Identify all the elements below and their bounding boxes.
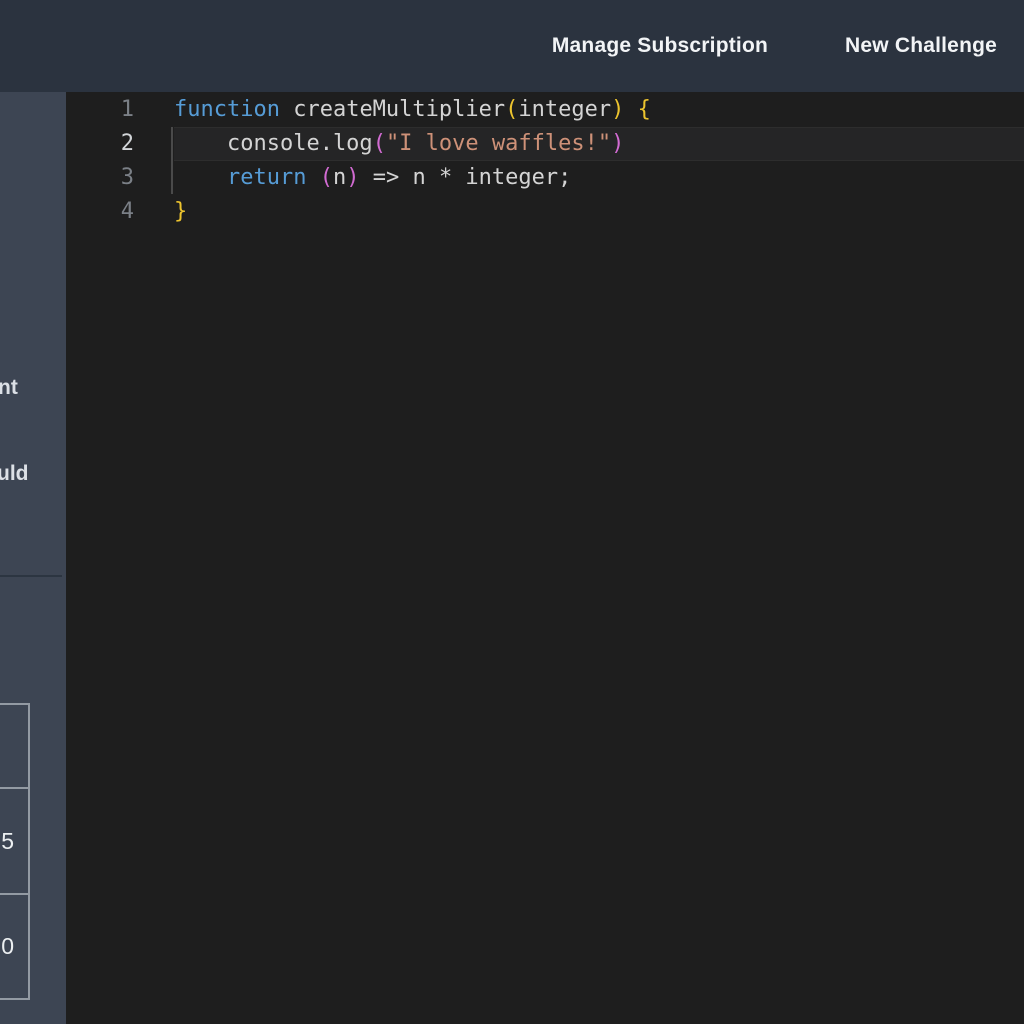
indent-guide — [171, 127, 173, 194]
sidebar-table-cell — [0, 705, 28, 789]
code-editor[interactable]: 1function createMultiplier(integer) {2 c… — [66, 92, 1024, 1024]
sidebar-divider — [0, 575, 62, 577]
code-token: createMultiplier — [280, 97, 505, 122]
code-token: function — [174, 97, 280, 122]
code-token: integer — [518, 97, 611, 122]
sidebar-truncated-text-2: uld — [0, 462, 29, 486]
code-text: console.log("I love waffles!") — [174, 127, 1024, 161]
code-line[interactable]: 2 console.log("I love waffles!") — [66, 127, 1024, 161]
code-token: ( — [320, 165, 333, 190]
code-text: function createMultiplier(integer) { — [174, 93, 1024, 127]
line-number: 1 — [66, 93, 174, 127]
line-number: 4 — [66, 195, 174, 229]
code-token: ) — [611, 97, 624, 122]
code-text: } — [174, 195, 1024, 229]
code-token: return — [227, 165, 306, 190]
code-token: } — [174, 199, 187, 224]
code-line[interactable]: 3 return (n) => n * integer; — [66, 161, 1024, 195]
new-challenge-link[interactable]: New Challenge — [845, 34, 997, 58]
manage-subscription-link[interactable]: Manage Subscription — [552, 34, 768, 58]
code-token: => n * integer; — [359, 165, 571, 190]
code-token — [624, 97, 637, 122]
code-token: n — [333, 165, 346, 190]
code-token: "I love waffles!" — [386, 131, 611, 156]
code-line[interactable]: 1function createMultiplier(integer) { — [66, 93, 1024, 127]
code-token: { — [638, 97, 651, 122]
code-lines: 1function createMultiplier(integer) {2 c… — [66, 92, 1024, 229]
code-token: console.log — [174, 131, 373, 156]
code-line[interactable]: 4} — [66, 195, 1024, 229]
code-token — [174, 165, 227, 190]
app-window: Manage Subscription New Challenge nt uld… — [0, 0, 1024, 1024]
code-token: ( — [373, 131, 386, 156]
sidebar-table-cell: 0 — [0, 895, 28, 998]
sidebar-table-cell: 5 — [0, 789, 28, 895]
sidebar: nt uld 50 — [0, 92, 66, 1024]
code-token: ) — [346, 165, 359, 190]
code-token: ) — [611, 131, 624, 156]
sidebar-table: 50 — [0, 703, 30, 1000]
code-token — [306, 165, 319, 190]
code-token: ( — [505, 97, 518, 122]
sidebar-truncated-text-1: nt — [0, 376, 18, 400]
line-number: 3 — [66, 161, 174, 195]
top-navigation-bar: Manage Subscription New Challenge — [0, 0, 1024, 92]
code-text: return (n) => n * integer; — [174, 161, 1024, 195]
line-number: 2 — [66, 127, 174, 161]
